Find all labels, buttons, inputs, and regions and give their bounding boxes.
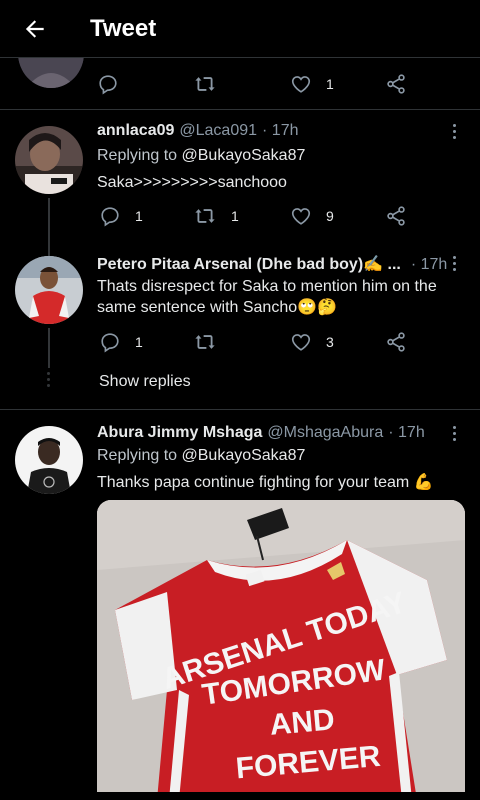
retweet-icon bbox=[195, 335, 215, 349]
timestamp: · 17h bbox=[388, 424, 425, 441]
reply-button[interactable] bbox=[97, 72, 119, 96]
reply-tweet[interactable]: Petero Pitaa Arsenal (Dhe bad boy)✍️ ...… bbox=[0, 240, 480, 410]
like-count: 3 bbox=[326, 334, 334, 350]
more-options-button[interactable] bbox=[450, 256, 458, 271]
retweet-button[interactable]: 1 bbox=[193, 204, 239, 228]
avatar[interactable] bbox=[15, 426, 83, 494]
avatar[interactable] bbox=[15, 126, 83, 194]
like-icon bbox=[291, 208, 311, 225]
like-button[interactable]: 9 bbox=[290, 204, 334, 228]
tweet-actions: 1 3 bbox=[97, 330, 417, 354]
previous-tweet[interactable]: 1 bbox=[0, 18, 480, 110]
reply-button[interactable]: 1 bbox=[99, 330, 143, 354]
bottom-bar bbox=[0, 792, 480, 800]
more-icon bbox=[452, 256, 456, 259]
tweet-image[interactable]: ARSENAL TODAY TOMORROW AND FOREVER bbox=[97, 500, 465, 800]
tweet-text: Thats disrespect for Saka to mention him… bbox=[97, 278, 437, 316]
reply-icon bbox=[99, 75, 117, 95]
show-replies-link[interactable]: Show replies bbox=[99, 373, 191, 391]
tweet-actions: 1 bbox=[97, 72, 417, 96]
share-button[interactable] bbox=[385, 72, 407, 96]
like-button[interactable]: 3 bbox=[290, 330, 334, 354]
retweet-icon bbox=[195, 77, 215, 91]
back-button[interactable] bbox=[0, 0, 70, 58]
thread-line bbox=[48, 328, 50, 368]
share-icon bbox=[387, 74, 405, 94]
reply-icon bbox=[101, 333, 119, 353]
thread-dots bbox=[47, 372, 51, 387]
like-count: 1 bbox=[326, 76, 334, 92]
author-row: annlaca09 @Laca091 · 17h bbox=[97, 122, 299, 140]
more-icon bbox=[452, 124, 456, 127]
display-name[interactable]: Petero Pitaa Arsenal (Dhe bad boy)✍️ ... bbox=[97, 254, 401, 274]
share-button[interactable] bbox=[385, 330, 407, 354]
like-button[interactable]: 1 bbox=[290, 72, 334, 96]
retweet-icon bbox=[195, 209, 215, 223]
retweet-button[interactable] bbox=[193, 330, 217, 354]
page-title: Tweet bbox=[90, 14, 157, 42]
share-icon bbox=[387, 206, 405, 226]
user-handle[interactable]: @MshagaAbura bbox=[267, 424, 383, 442]
author-row: Abura Jimmy Mshaga @MshagaAbura · 17h bbox=[97, 424, 425, 442]
avatar[interactable] bbox=[15, 256, 83, 324]
tweet-text: Saka>>>>>>>>>sanchooo bbox=[97, 174, 287, 191]
more-icon bbox=[452, 426, 456, 429]
reply-icon bbox=[101, 207, 119, 227]
tweet-actions: 1 1 9 bbox=[97, 204, 417, 228]
jersey-print-line-3: AND bbox=[268, 703, 336, 742]
top-bar: Tweet bbox=[0, 0, 480, 58]
like-icon bbox=[291, 76, 311, 93]
display-name[interactable]: Abura Jimmy Mshaga bbox=[97, 424, 262, 442]
more-options-button[interactable] bbox=[450, 124, 458, 139]
retweet-count: 1 bbox=[231, 208, 239, 224]
more-options-button[interactable] bbox=[450, 426, 458, 441]
display-name[interactable]: annlaca09 bbox=[97, 122, 174, 140]
share-button[interactable] bbox=[385, 204, 407, 228]
tweet-text: Thanks papa continue fighting for your t… bbox=[97, 474, 434, 491]
thread-line bbox=[48, 198, 50, 240]
mentioned-handle[interactable]: @BukayoSaka87 bbox=[182, 147, 306, 164]
mentioned-handle[interactable]: @BukayoSaka87 bbox=[182, 447, 306, 464]
back-arrow-icon bbox=[25, 19, 44, 38]
retweet-button[interactable] bbox=[193, 72, 217, 96]
share-icon bbox=[387, 332, 405, 352]
timestamp: · 17h bbox=[410, 256, 448, 273]
like-icon bbox=[291, 334, 311, 351]
thread-line bbox=[48, 240, 50, 256]
replying-to: Replying to @BukayoSaka87 bbox=[97, 147, 306, 164]
author-row: Petero Pitaa Arsenal (Dhe bad boy)✍️ ...… bbox=[97, 254, 447, 274]
reply-count: 1 bbox=[135, 208, 143, 224]
reply-count: 1 bbox=[135, 334, 143, 350]
timestamp: · 17h bbox=[262, 122, 299, 139]
user-handle[interactable]: @Laca091 bbox=[179, 122, 257, 140]
like-count: 9 bbox=[326, 208, 334, 224]
reply-button[interactable]: 1 bbox=[99, 204, 143, 228]
replying-to: Replying to @BukayoSaka87 bbox=[97, 447, 306, 464]
reply-tweet[interactable]: annlaca09 @Laca091 · 17h Replying to @Bu… bbox=[0, 110, 480, 240]
